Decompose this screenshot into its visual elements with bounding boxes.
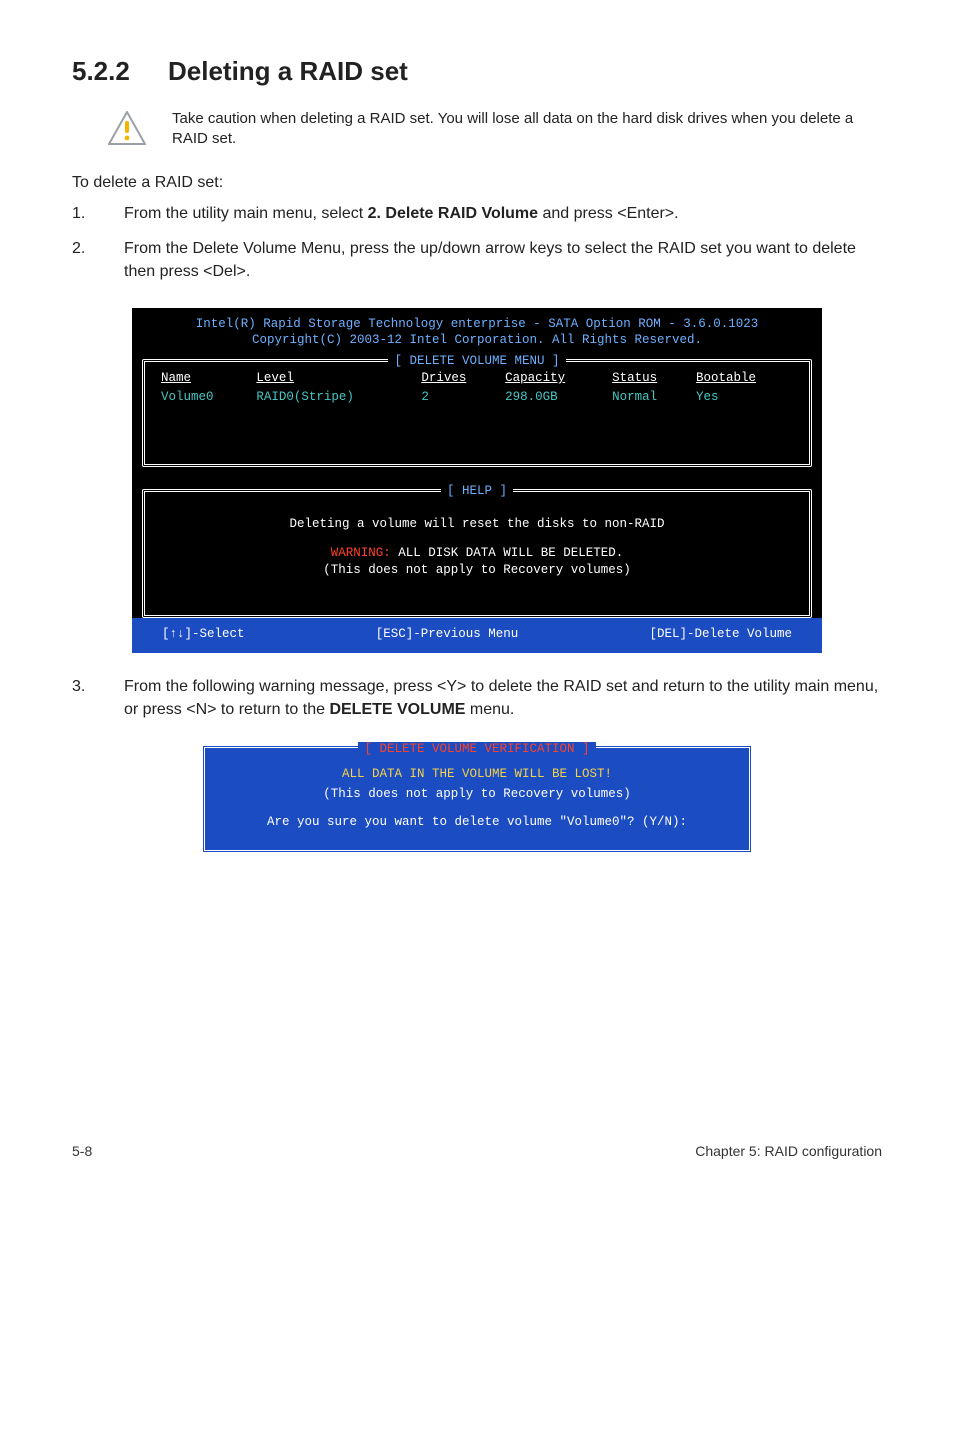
- row-name: Volume0: [157, 389, 250, 406]
- footer-previous: [ESC]-Previous Menu: [376, 626, 519, 643]
- row-status: Normal: [608, 389, 690, 406]
- col-level: Level: [252, 370, 415, 387]
- bios-help-frame: [ HELP ] Deleting a volume will reset th…: [142, 489, 812, 618]
- row-level: RAID0(Stripe): [252, 389, 415, 406]
- bios-footer: [↑↓]-Select [ESC]-Previous Menu [DEL]-De…: [132, 618, 822, 653]
- step-2: From the Delete Volume Menu, press the u…: [72, 237, 882, 283]
- col-capacity: Capacity: [501, 370, 606, 387]
- step-1-pre: From the utility main menu, select: [124, 205, 368, 222]
- section-heading: 5.2.2Deleting a RAID set: [72, 56, 882, 87]
- bios-frame1-title: [ DELETE VOLUME MENU ]: [388, 354, 565, 368]
- steps-list-continued: From the following warning message, pres…: [72, 675, 882, 721]
- row-bootable: Yes: [692, 389, 797, 406]
- page-footer: 5-8 Chapter 5: RAID configuration: [0, 883, 954, 1189]
- footer-select: [↑↓]-Select: [162, 626, 245, 643]
- section-title: Deleting a RAID set: [168, 56, 408, 86]
- step-1-post: and press <Enter>.: [538, 205, 679, 222]
- help-line1: Deleting a volume will reset the disks t…: [163, 516, 791, 533]
- intro-text: To delete a RAID set:: [72, 174, 882, 192]
- bios-confirm-dialog: [ DELETE VOLUME VERIFICATION ] ALL DATA …: [202, 745, 752, 853]
- warning-note: Take caution when deleting a RAID set. Y…: [72, 105, 882, 174]
- col-status: Status: [608, 370, 690, 387]
- step-1-bold: 2. Delete RAID Volume: [368, 205, 538, 222]
- warning-text: Take caution when deleting a RAID set. Y…: [172, 109, 882, 150]
- row-capacity: 298.0GB: [501, 389, 606, 406]
- step-3-post: menu.: [465, 701, 514, 718]
- dialog-line1: ALL DATA IN THE VOLUME WILL BE LOST!: [225, 764, 729, 784]
- page-number: 5-8: [72, 1143, 92, 1159]
- help-warning-prefix: WARNING:: [331, 546, 399, 560]
- col-bootable: Bootable: [692, 370, 797, 387]
- dialog-line3: Are you sure you want to delete volume "…: [225, 812, 729, 832]
- warning-icon: [108, 111, 146, 150]
- step-1: From the utility main menu, select 2. De…: [72, 202, 882, 225]
- dialog-line2: (This does not apply to Recovery volumes…: [225, 784, 729, 804]
- steps-list: From the utility main menu, select 2. De…: [72, 202, 882, 284]
- row-drives: 2: [417, 389, 499, 406]
- bios-header: Intel(R) Rapid Storage Technology enterp…: [132, 308, 822, 360]
- help-line2: WARNING: ALL DISK DATA WILL BE DELETED.: [163, 545, 791, 562]
- dialog-title: [ DELETE VOLUME VERIFICATION ]: [358, 742, 595, 756]
- bios-delete-volume-frame: [ DELETE VOLUME MENU ] Name Level Drives…: [142, 359, 812, 467]
- footer-delete: [DEL]-Delete Volume: [649, 626, 792, 643]
- section-number: 5.2.2: [72, 56, 168, 87]
- help-warning-rest: ALL DISK DATA WILL BE DELETED.: [398, 546, 623, 560]
- step-3-bold: DELETE VOLUME: [329, 701, 465, 718]
- bios-title-line1: Intel(R) Rapid Storage Technology enterp…: [144, 316, 810, 333]
- col-name: Name: [157, 370, 250, 387]
- help-line3: (This does not apply to Recovery volumes…: [163, 562, 791, 579]
- bios-frame2-title: [ HELP ]: [441, 484, 513, 498]
- table-row: Volume0 RAID0(Stripe) 2 298.0GB Normal Y…: [157, 389, 797, 406]
- bios-title-line2: Copyright(C) 2003-12 Intel Corporation. …: [144, 332, 810, 349]
- step-3: From the following warning message, pres…: [72, 675, 882, 721]
- bios-screenshot: Intel(R) Rapid Storage Technology enterp…: [132, 308, 822, 653]
- volume-table: Name Level Drives Capacity Status Bootab…: [155, 368, 799, 408]
- col-drives: Drives: [417, 370, 499, 387]
- chapter-label: Chapter 5: RAID configuration: [695, 1143, 882, 1159]
